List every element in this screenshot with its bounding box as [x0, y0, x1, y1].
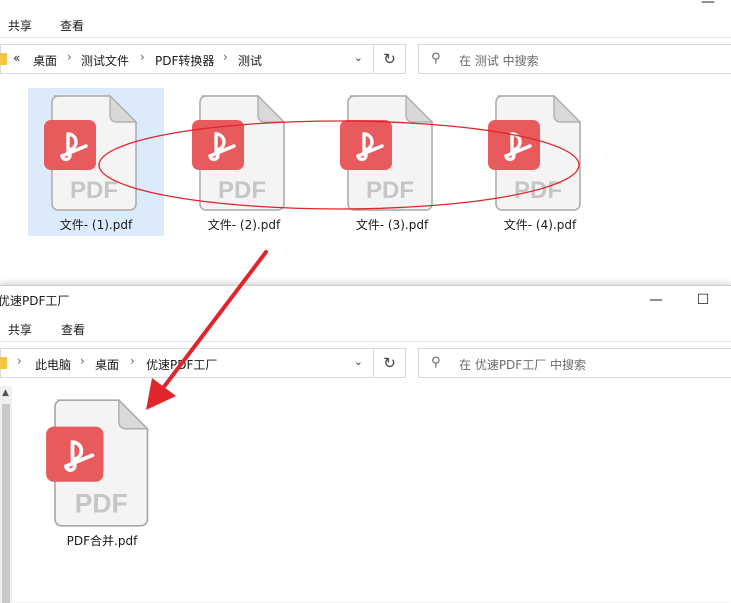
highlight-ellipse [98, 120, 580, 210]
annotation-overlay [98, 120, 580, 410]
arrow-head [146, 378, 176, 410]
arrow-shaft [158, 250, 268, 394]
